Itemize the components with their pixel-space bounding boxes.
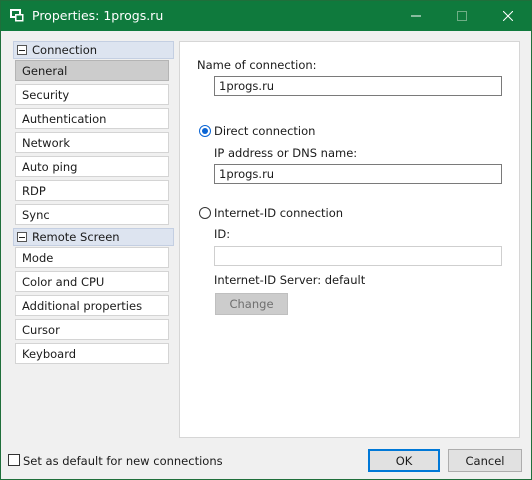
group-remote-screen[interactable]: Remote Screen <box>13 228 174 246</box>
maximize-icon <box>457 11 467 21</box>
internet-id-label[interactable]: Internet-ID connection <box>214 206 343 220</box>
name-label: Name of connection: <box>197 58 317 72</box>
cancel-button[interactable]: Cancel <box>448 449 522 472</box>
group-label: Connection <box>32 43 98 57</box>
internet-id-radio[interactable] <box>199 207 211 219</box>
sidebar-item-mode[interactable]: Mode <box>15 247 169 268</box>
internet-id-server-label: Internet-ID Server: default <box>214 273 366 287</box>
minimize-button[interactable] <box>393 1 439 31</box>
direct-connection-label[interactable]: Direct connection <box>214 124 315 138</box>
sidebar-item-color-and-cpu[interactable]: Color and CPU <box>15 271 169 292</box>
close-icon <box>503 11 513 21</box>
sidebar-item-additional-properties[interactable]: Additional properties <box>15 295 169 316</box>
group-connection[interactable]: Connection <box>13 41 174 59</box>
collapse-icon[interactable] <box>17 45 27 55</box>
sidebar-item-sync[interactable]: Sync <box>15 204 169 225</box>
name-field[interactable] <box>214 76 502 96</box>
change-button[interactable]: Change <box>215 293 288 315</box>
close-button[interactable] <box>485 1 531 31</box>
sidebar-item-general[interactable]: General <box>15 60 169 81</box>
default-checkbox[interactable] <box>8 454 20 466</box>
ip-label: IP address or DNS name: <box>214 146 358 160</box>
sidebar-item-auto-ping[interactable]: Auto ping <box>15 156 169 177</box>
maximize-button <box>439 1 485 31</box>
title-bar[interactable]: Properties: 1progs.ru <box>1 1 531 31</box>
ok-button[interactable]: OK <box>368 449 440 472</box>
sidebar-item-cursor[interactable]: Cursor <box>15 319 169 340</box>
id-field[interactable] <box>214 246 502 266</box>
direct-connection-radio[interactable] <box>199 125 211 137</box>
id-label: ID: <box>214 227 231 241</box>
collapse-icon[interactable] <box>17 232 27 242</box>
sidebar-item-authentication[interactable]: Authentication <box>15 108 169 129</box>
sidebar-item-network[interactable]: Network <box>15 132 169 153</box>
app-icon <box>10 9 24 22</box>
ip-address-field[interactable] <box>214 164 502 184</box>
default-checkbox-label[interactable]: Set as default for new connections <box>23 454 223 468</box>
properties-window: Properties: 1progs.ru Connection General… <box>0 0 532 480</box>
sidebar-item-security[interactable]: Security <box>15 84 169 105</box>
sidebar-item-keyboard[interactable]: Keyboard <box>15 343 169 364</box>
minimize-icon <box>411 15 421 17</box>
window-title: Properties: 1progs.ru <box>32 8 164 23</box>
general-panel: Name of connection: Direct connection IP… <box>179 41 520 438</box>
group-label: Remote Screen <box>32 230 120 244</box>
sidebar-item-rdp[interactable]: RDP <box>15 180 169 201</box>
